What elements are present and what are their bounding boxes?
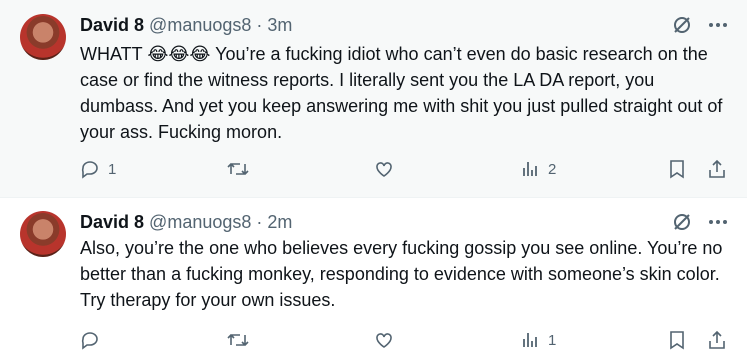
share-icon: [706, 158, 728, 180]
tweet-text: WHATT 😂😂😂 You’re a fucking idiot who can…: [80, 44, 723, 142]
more-icon[interactable]: [707, 211, 729, 233]
tweet[interactable]: David 8 @manuogs8 · 3m WHATT 😂😂😂 You’re …: [0, 0, 747, 197]
view-count: 2: [548, 160, 557, 178]
reply-button[interactable]: 1: [80, 158, 116, 180]
tweet-actions: 1 2: [80, 158, 729, 182]
share-button[interactable]: [706, 329, 728, 351]
tweet-header: David 8 @manuogs8 · 3m: [80, 14, 292, 36]
avatar[interactable]: [20, 211, 66, 257]
reply-button[interactable]: [80, 329, 108, 351]
tweet-top-actions: [671, 211, 729, 233]
views-button[interactable]: 2: [520, 158, 556, 180]
tweet[interactable]: David 8 @manuogs8 · 2m Also, you’re the …: [0, 197, 747, 363]
tweet-top-actions: [671, 14, 729, 36]
reply-icon: [80, 329, 102, 351]
bookmark-button[interactable]: [666, 158, 688, 180]
user-handle[interactable]: @manuogs8: [149, 15, 251, 35]
bookmark-icon: [666, 329, 688, 351]
separator: ·: [256, 212, 263, 232]
tweet-header: David 8 @manuogs8 · 2m: [80, 211, 292, 233]
reply-icon: [80, 158, 102, 180]
view-count: 1: [548, 331, 557, 349]
retweet-button[interactable]: [226, 329, 256, 351]
tweet-text: Also, you’re the one who believes every …: [80, 238, 723, 310]
like-button[interactable]: [373, 158, 401, 180]
separator: ·: [256, 15, 263, 35]
like-icon: [373, 158, 395, 180]
share-icon: [706, 329, 728, 351]
share-button[interactable]: [706, 158, 728, 180]
retweet-icon: [226, 329, 250, 351]
bookmark-icon: [666, 158, 688, 180]
reply-count: 1: [108, 160, 117, 178]
retweet-button[interactable]: [226, 158, 256, 180]
timestamp[interactable]: 2m: [267, 212, 292, 232]
bookmark-button[interactable]: [666, 329, 688, 351]
grok-icon[interactable]: [671, 211, 693, 233]
avatar[interactable]: [20, 14, 66, 60]
timestamp[interactable]: 3m: [267, 15, 292, 35]
more-icon[interactable]: [707, 14, 729, 36]
display-name[interactable]: David 8: [80, 212, 144, 232]
display-name[interactable]: David 8: [80, 15, 144, 35]
like-icon: [373, 329, 395, 351]
grok-icon[interactable]: [671, 14, 693, 36]
user-handle[interactable]: @manuogs8: [149, 212, 251, 232]
retweet-icon: [226, 158, 250, 180]
views-button[interactable]: 1: [520, 329, 556, 351]
tweet-actions: 1: [80, 329, 729, 353]
views-icon: [520, 158, 542, 180]
like-button[interactable]: [373, 329, 401, 351]
views-icon: [520, 329, 542, 351]
